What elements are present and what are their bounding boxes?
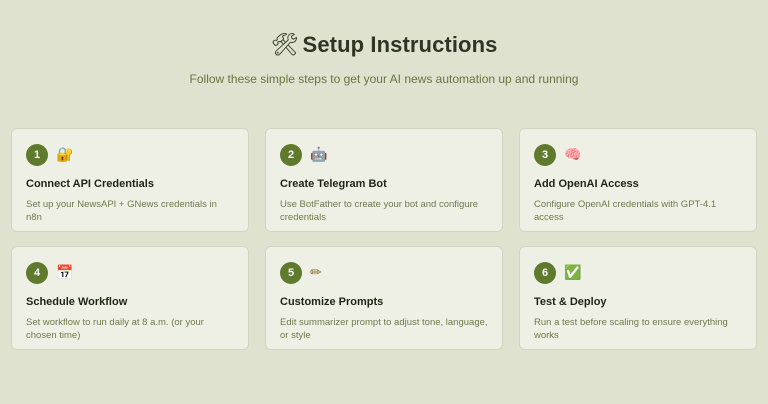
- check-mark-icon: ✅: [564, 265, 582, 281]
- step-number-badge: 5: [280, 262, 302, 284]
- step-card-header: 5 ✏: [280, 262, 488, 284]
- step-card-3: 3 🧠 Add OpenAI Access Configure OpenAI c…: [519, 128, 757, 232]
- step-title: Create Telegram Bot: [280, 178, 387, 190]
- step-card-header: 6 ✅: [534, 262, 742, 284]
- step-number-badge: 6: [534, 262, 556, 284]
- page-title-text: Setup Instructions: [302, 32, 498, 57]
- step-title: Customize Prompts: [280, 296, 384, 308]
- step-number-badge: 2: [280, 144, 302, 166]
- step-title: Test & Deploy: [534, 296, 607, 308]
- step-card-header: 2 🤖: [280, 144, 488, 166]
- step-card-4: 4 📅 Schedule Workflow Set workflow to ru…: [11, 246, 249, 350]
- step-card-header: 4 📅: [26, 262, 234, 284]
- step-description: Edit summarizer prompt to adjust tone, l…: [280, 317, 488, 341]
- step-card-2: 2 🤖 Create Telegram Bot Use BotFather to…: [265, 128, 503, 232]
- step-card-header: 3 🧠: [534, 144, 742, 166]
- step-number-badge: 4: [26, 262, 48, 284]
- step-title: Schedule Workflow: [26, 296, 128, 308]
- page-title: 🛠 Setup Instructions: [0, 32, 768, 58]
- pencil-icon: ✏: [310, 265, 322, 281]
- page-subtitle: Follow these simple steps to get your AI…: [189, 72, 579, 86]
- step-number-badge: 3: [534, 144, 556, 166]
- step-description: Use BotFather to create your bot and con…: [280, 199, 479, 223]
- step-card-5: 5 ✏ Customize Prompts Edit summarizer pr…: [265, 246, 503, 350]
- step-number-badge: 1: [26, 144, 48, 166]
- tools-icon: 🛠: [270, 33, 299, 58]
- step-description: Set up your NewsAPI + GNews credentials …: [26, 199, 217, 223]
- step-description: Configure OpenAI credentials with GPT-4.…: [534, 199, 717, 223]
- steps-grid: 1 🔐 Connect API Credentials Set up your …: [11, 128, 757, 350]
- lock-key-icon: 🔐: [56, 147, 74, 163]
- step-card-1: 1 🔐 Connect API Credentials Set up your …: [11, 128, 249, 232]
- robot-icon: 🤖: [310, 147, 328, 163]
- step-description: Run a test before scaling to ensure ever…: [534, 317, 728, 341]
- step-description: Set workflow to run daily at 8 a.m. (or …: [26, 317, 204, 341]
- step-card-header: 1 🔐: [26, 144, 234, 166]
- step-title: Add OpenAI Access: [534, 178, 639, 190]
- brain-icon: 🧠: [564, 147, 582, 163]
- step-card-6: 6 ✅ Test & Deploy Run a test before scal…: [519, 246, 757, 350]
- step-title: Connect API Credentials: [26, 178, 154, 190]
- calendar-icon: 📅: [56, 265, 74, 281]
